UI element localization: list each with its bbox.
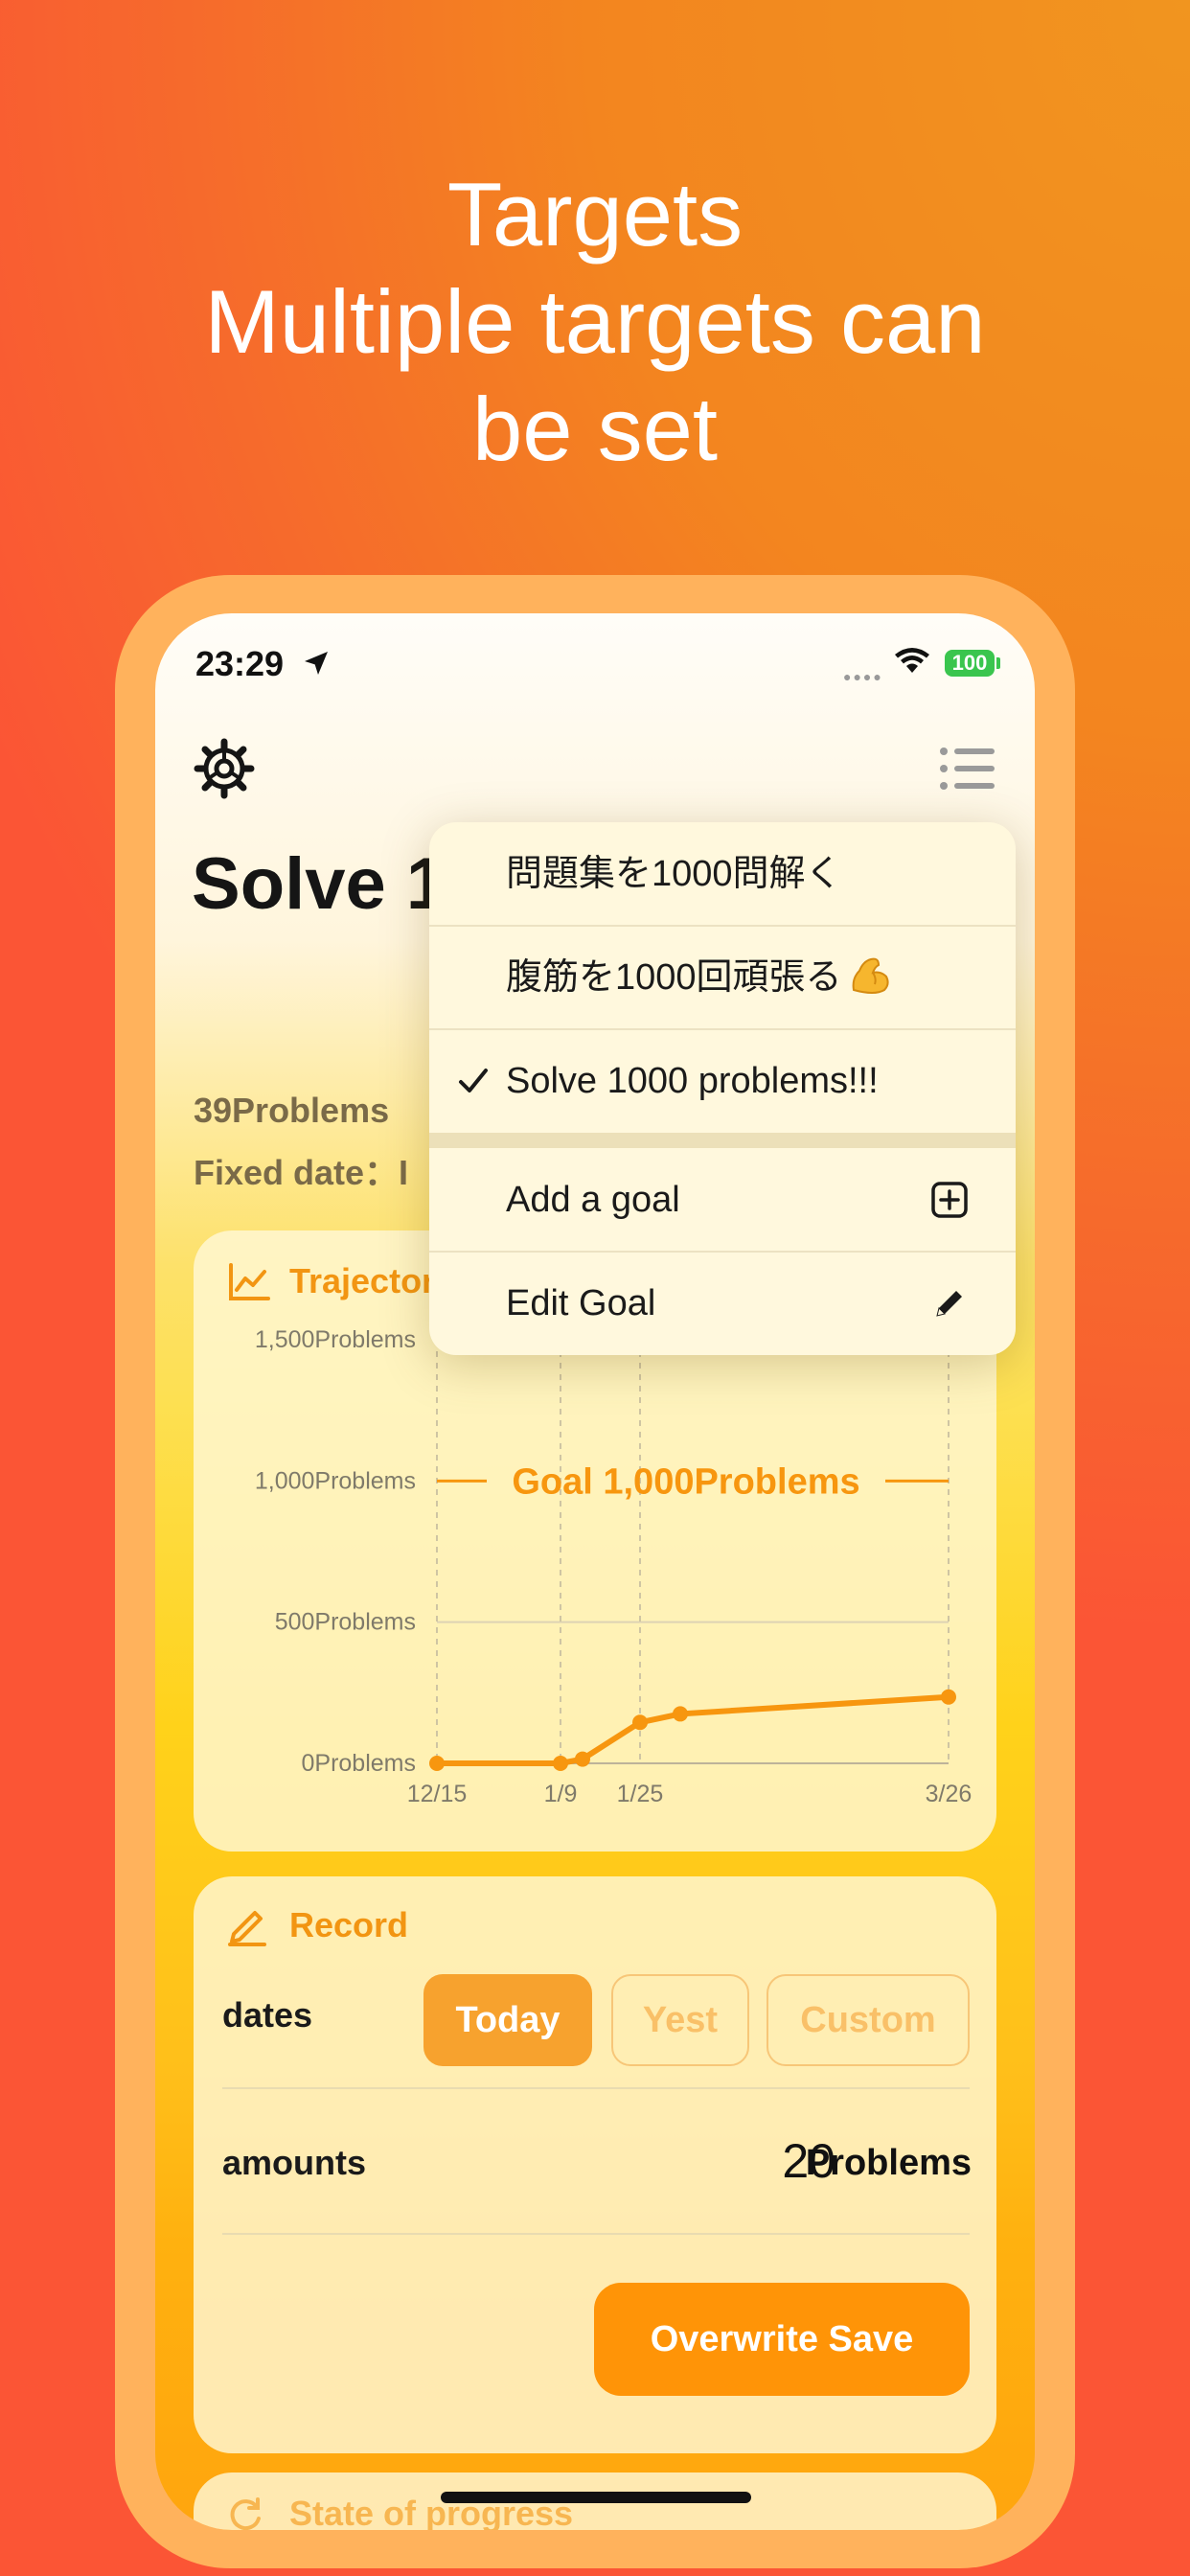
data-point	[941, 1689, 956, 1705]
flexed-biceps-icon	[852, 957, 889, 994]
data-point	[673, 1706, 688, 1722]
overwrite-save-button[interactable]: Overwrite Save	[594, 2283, 970, 2396]
data-point	[553, 1756, 568, 1771]
pencil-icon	[936, 1291, 962, 1317]
headline-line-3: be set	[471, 379, 719, 479]
data-point	[575, 1751, 590, 1767]
wifi-icon	[895, 648, 929, 673]
menu-action-edit-goal[interactable]: Edit Goal	[429, 1252, 1016, 1355]
data-point	[429, 1756, 445, 1771]
segment-custom[interactable]: Custom	[767, 1974, 970, 2066]
headline: Targets Multiple targets can be set	[0, 161, 1190, 483]
divider	[222, 2233, 970, 2235]
plus-square-icon	[931, 1182, 968, 1218]
segment-yesterday[interactable]: Yest	[611, 1974, 749, 2066]
menu-item-goal-2[interactable]: 腹筋を1000回頑張る	[429, 926, 1016, 1029]
gear-icon[interactable]	[194, 738, 255, 799]
goal-progress-text: 39Problems	[194, 1091, 390, 1130]
record-card: Record dates Today Yest Custom amounts 2…	[194, 1876, 996, 2453]
goal-menu: 問題集を1000問解く 腹筋を1000回頑張る Solve 1000 probl…	[429, 822, 1016, 1355]
menu-section-gap	[429, 1133, 1016, 1148]
refresh-icon	[230, 2497, 261, 2530]
goal-list-icon[interactable]	[939, 746, 995, 792]
series-line	[434, 1693, 951, 1766]
amounts-label: amounts	[222, 2143, 367, 2182]
signal-dots-icon: ●●●●	[843, 669, 883, 684]
status-time: 23:29	[195, 644, 285, 683]
battery-tip	[996, 657, 1000, 669]
pencil-line-icon	[228, 1911, 266, 1946]
x-tick-label: 1/25	[617, 1781, 664, 1807]
segment-today[interactable]: Today	[423, 1974, 592, 2066]
amount-unit: Problems	[805, 2143, 972, 2183]
menu-item-label: 腹筋を1000回頑張る	[506, 957, 842, 998]
goal-fixed-date: Fixed date：I	[194, 1153, 409, 1192]
x-tick-label: 1/9	[544, 1781, 578, 1807]
data-point	[632, 1714, 648, 1731]
dates-label: dates	[222, 1995, 313, 2035]
x-tick-label: 3/26	[926, 1781, 973, 1807]
menu-action-label: Add a goal	[506, 1180, 680, 1220]
headline-line-2: Multiple targets can	[204, 271, 986, 372]
menu-item-label: 問題集を1000問解く	[506, 854, 842, 894]
menu-item-label: Solve 1000 problems!!!	[506, 1061, 879, 1101]
menu-action-label: Edit Goal	[506, 1283, 656, 1323]
y-tick-label: 1,000Problems	[255, 1467, 416, 1494]
menu-item-goal-1[interactable]: 問題集を1000問解く	[429, 822, 1016, 926]
location-arrow-icon	[305, 652, 328, 675]
divider	[222, 2087, 970, 2089]
menu-action-add-goal[interactable]: Add a goal	[429, 1148, 1016, 1252]
headline-line-1: Targets	[446, 164, 744, 264]
record-label: Record	[289, 1905, 409, 1944]
y-tick-label: 500Problems	[275, 1609, 416, 1636]
home-indicator[interactable]	[441, 2492, 751, 2503]
y-tick-label: 1,500Problems	[255, 1326, 416, 1353]
y-tick-label: 0Problems	[302, 1750, 417, 1777]
x-tick-label: 12/15	[407, 1781, 468, 1807]
battery-icon: 100	[945, 650, 995, 677]
phone-screen: 23:29 ●●●● 100 Solve 39Problems Fixed da…	[155, 613, 1035, 2530]
goal-line-label: Goal 1,000Problems	[512, 1461, 859, 1502]
checkmark-icon	[459, 1069, 488, 1092]
menu-item-goal-3[interactable]: Solve 1000 problems!!!	[429, 1029, 1016, 1133]
